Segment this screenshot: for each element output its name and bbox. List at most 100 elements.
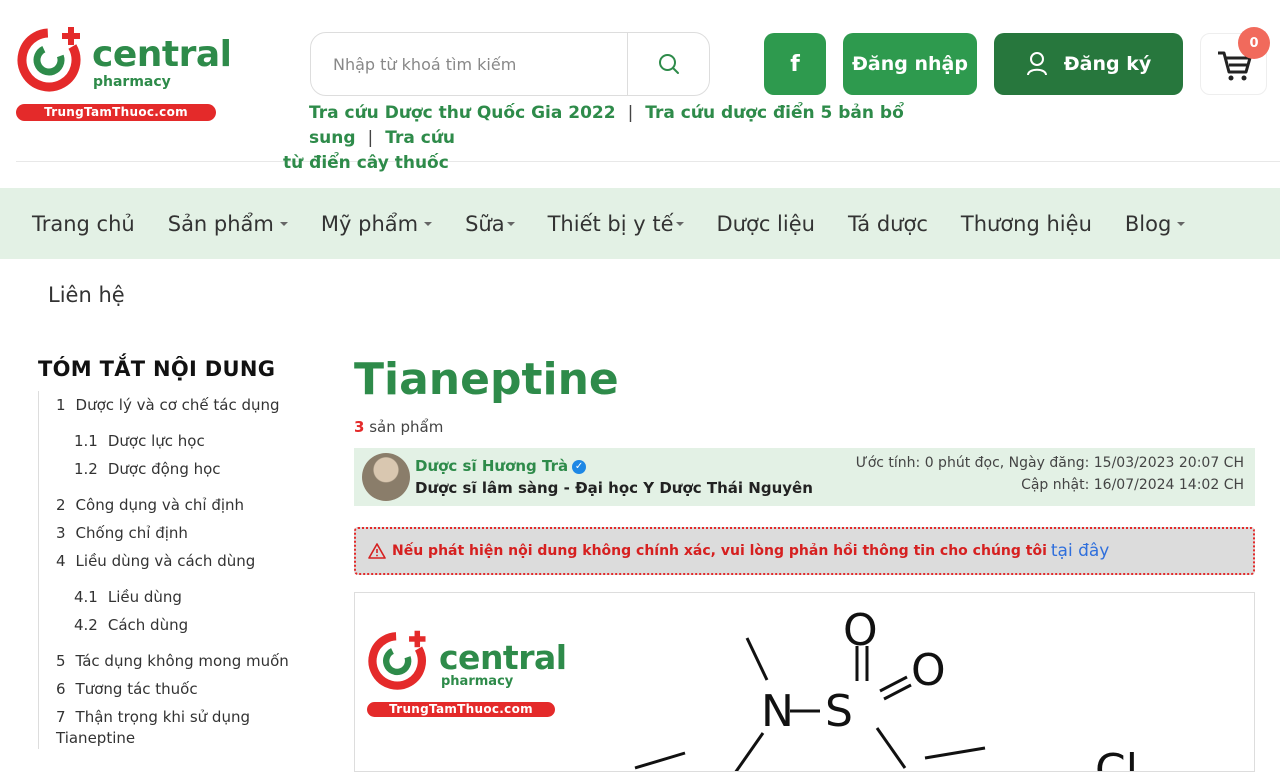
toc-item-number: 7 <box>56 708 66 726</box>
facebook-icon: f <box>790 51 800 77</box>
toc-item-label: Tương tác thuốc <box>75 680 198 698</box>
product-count-number: 3 <box>354 418 365 436</box>
toc-item-number: 4.2 <box>74 616 98 634</box>
toc-item-label: Thận trọng khi sử dụng Tianeptine <box>56 708 250 747</box>
nav-item-contact[interactable]: Liên hệ <box>48 283 125 307</box>
logo-mark-icon <box>368 630 426 690</box>
product-count-label: sản phẩm <box>369 418 444 436</box>
nav-item-products[interactable]: Sản phẩm <box>168 212 288 236</box>
nav-item-brands[interactable]: Thương hiệu <box>961 212 1092 236</box>
toc-item-number: 1.2 <box>74 460 98 478</box>
toc-item[interactable]: 6 Tương tác thuốc <box>56 675 328 703</box>
chevron-down-icon <box>279 221 288 226</box>
toc-item[interactable]: 2 Công dụng và chỉ định <box>56 491 328 519</box>
nav-item-label: Sữa <box>465 211 505 236</box>
toc-item-label: Chống chỉ định <box>75 524 188 542</box>
toc-item-label: Liều dùng và cách dùng <box>75 552 256 570</box>
article-updated-meta: Cập nhật: 16/07/2024 14:02 CH <box>1021 477 1244 493</box>
main-nav: Trang chủ Sản phẩm Mỹ phẩm Sữa Thiết bị … <box>0 188 1280 259</box>
oxygen-label: O <box>843 605 878 656</box>
molecule-structure: O O N S Cl <box>634 605 1138 771</box>
toc-item[interactable]: 4.2 Cách dùng <box>56 611 328 639</box>
toc-item[interactable]: 1 Dược lý và cơ chế tác dụng <box>56 391 328 419</box>
toc-item-number: 5 <box>56 652 66 670</box>
site-logo[interactable]: central pharmacy TrungTamThuoc.com <box>16 22 232 122</box>
search-button[interactable] <box>627 33 709 95</box>
nav-item-label: Sản phẩm <box>167 211 274 236</box>
nav-item-label: Tá dược <box>847 211 928 236</box>
logo-band: TrungTamThuoc.com <box>16 104 216 121</box>
toc-item[interactable]: 4.1 Liều dùng <box>56 583 328 611</box>
nav-item-label: Blog <box>1124 211 1172 236</box>
login-button[interactable]: Đăng nhập <box>843 33 977 95</box>
bond <box>634 751 686 770</box>
verified-icon: ✓ <box>572 459 587 474</box>
nav-item-excipients[interactable]: Tá dược <box>848 212 928 236</box>
toc-title: TÓM TẮT NỘI DUNG <box>38 357 276 381</box>
toc-item-label: Liều dùng <box>107 588 182 606</box>
nav-item-home[interactable]: Trang chủ <box>32 212 135 236</box>
toc-item[interactable]: 5 Tác dụng không mong muốn <box>56 647 328 675</box>
sulfur-label: S <box>825 686 853 737</box>
product-count[interactable]: 3 sản phẩm <box>354 418 1255 436</box>
logo-wordmark: central <box>439 638 567 677</box>
toc-item[interactable]: 4 Liều dùng và cách dùng <box>56 547 328 575</box>
bond <box>734 732 765 771</box>
toc-item-number: 1.1 <box>74 432 98 450</box>
register-button[interactable]: Đăng ký <box>994 33 1183 95</box>
toc-item[interactable]: 1.1 Dược lực học <box>56 427 328 455</box>
toc-item[interactable]: 7 Thận trọng khi sử dụng Tianeptine <box>56 707 328 749</box>
separator: | <box>627 103 634 123</box>
nav-item-label: Thương hiệu <box>960 211 1092 236</box>
warning-text: Nếu phát hiện nội dung không chính xác, … <box>392 543 1047 559</box>
search-input[interactable] <box>311 33 627 95</box>
quick-link-pharmacopeia-2022[interactable]: Tra cứu Dược thư Quốc Gia 2022 <box>309 103 616 123</box>
toc-item-number: 2 <box>56 496 66 514</box>
toc-item-label: Dược lý và cơ chế tác dụng <box>75 396 280 414</box>
search-bar <box>310 32 710 96</box>
quick-link-herbal-dictionary-start[interactable]: Tra cứu <box>385 128 455 148</box>
quick-link-herbal-dictionary-end[interactable]: từ điển cây thuốc <box>283 153 449 173</box>
author-name[interactable]: Dược sĩ Hương Trà ✓ <box>415 457 587 475</box>
nav-item-label: Mỹ phẩm <box>320 211 419 236</box>
register-label: Đăng ký <box>1063 53 1152 75</box>
toc-item-label: Dược động học <box>107 460 221 478</box>
nitrogen-label: N <box>761 686 794 737</box>
page-title: Tianeptine <box>354 354 619 405</box>
author-role: Dược sĩ lâm sàng - Đại học Y Dược Thái N… <box>415 479 813 497</box>
toc-item[interactable]: 3 Chống chỉ định <box>56 519 328 547</box>
search-icon <box>658 54 679 74</box>
bond <box>875 727 907 769</box>
nav-item-label: Dược liệu <box>716 211 815 236</box>
toc-item-number: 4.1 <box>74 588 98 606</box>
separator: | <box>367 128 374 148</box>
nav-item-cosmetics[interactable]: Mỹ phẩm <box>320 211 433 236</box>
image-watermark-logo: central pharmacy TrungTamThuoc.com <box>367 628 567 718</box>
logo-subtitle: pharmacy <box>441 674 514 689</box>
facebook-button[interactable]: f <box>764 33 826 95</box>
nav-item-milk[interactable]: Sữa <box>465 212 515 236</box>
avatar[interactable] <box>362 453 410 501</box>
nav-item-herbal[interactable]: Dược liệu <box>717 212 815 236</box>
nav-item-blog[interactable]: Blog <box>1124 211 1186 236</box>
warning-icon <box>368 543 386 559</box>
nav-item-label: Thiết bị y tế <box>547 211 674 236</box>
toc-item-label: Công dụng và chỉ định <box>75 496 245 514</box>
author-name-text: Dược sĩ Hương Trà <box>415 457 569 475</box>
nav-item-label: Trang chủ <box>32 211 135 236</box>
feedback-warning: Nếu phát hiện nội dung không chính xác, … <box>354 527 1255 575</box>
toc-list: 1 Dược lý và cơ chế tác dụng 1.1 Dược lực … <box>38 391 328 749</box>
logo-band: TrungTamThuoc.com <box>367 702 555 717</box>
toc-item-label: Cách dùng <box>107 616 189 634</box>
chevron-down-icon <box>424 221 433 226</box>
bond <box>745 637 769 681</box>
toc-item-number: 3 <box>56 524 66 542</box>
toc-item-number: 1 <box>56 396 66 414</box>
author-box: Dược sĩ Hương Trà ✓ Dược sĩ lâm sàng - Đạ… <box>354 448 1255 506</box>
toc-item-number: 4 <box>56 552 66 570</box>
quick-links: Tra cứu Dược thư Quốc Gia 2022 | Tra cứu d… <box>283 101 1003 176</box>
nav-item-medical-devices[interactable]: Thiết bị y tế <box>548 212 684 236</box>
toc-item[interactable]: 1.2 Dược động học <box>56 455 328 483</box>
feedback-link[interactable]: tại đây <box>1051 541 1109 561</box>
logo-mark-icon <box>17 27 81 92</box>
